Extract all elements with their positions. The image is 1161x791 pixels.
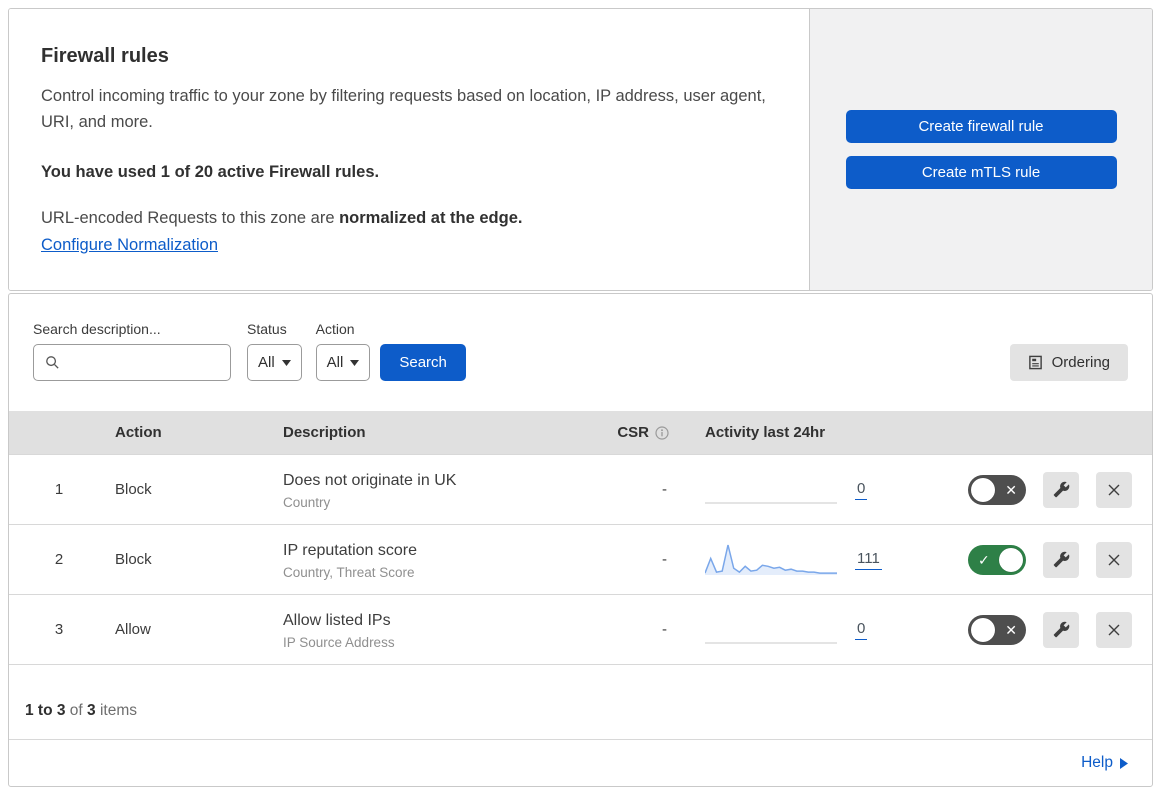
- status-select[interactable]: All: [247, 344, 302, 381]
- close-icon: [1108, 484, 1120, 495]
- rule-enabled-toggle[interactable]: ✓ ✕: [968, 544, 1026, 575]
- action-group: Action All: [315, 321, 371, 381]
- create-mtls-rule-button[interactable]: Create mTLS rule: [845, 156, 1117, 189]
- items-total: 3: [87, 702, 96, 719]
- rule-csr-value: -: [662, 621, 667, 638]
- create-firewall-rule-button[interactable]: Create firewall rule: [845, 110, 1117, 143]
- items-of: of: [69, 702, 83, 719]
- action-label: Action: [315, 321, 355, 337]
- configure-normalization-link[interactable]: Configure Normalization: [41, 236, 218, 255]
- action-select[interactable]: All: [315, 344, 371, 381]
- close-icon: [1108, 624, 1120, 635]
- items-range: 1 to 3: [25, 702, 66, 719]
- rules-card: Search description... Status All Action …: [8, 293, 1153, 787]
- help-link[interactable]: Help: [1081, 754, 1128, 772]
- edit-rule-button[interactable]: [1043, 611, 1079, 648]
- items-word: items: [99, 702, 138, 719]
- help-label: Help: [1081, 754, 1113, 771]
- table-row: 1 Block Does not originate in UK Country…: [9, 454, 1152, 524]
- filter-bar: Search description... Status All Action …: [9, 294, 1152, 411]
- normalization-note: URL-encoded Requests to this zone are no…: [41, 209, 769, 228]
- search-button[interactable]: Search: [380, 344, 466, 381]
- arrow-right-icon: [1120, 757, 1128, 769]
- rule-csr-value: -: [662, 481, 667, 498]
- chevron-down-icon: [281, 359, 291, 366]
- check-icon: ✓: [978, 551, 990, 568]
- ordering-list-icon: [1028, 355, 1042, 370]
- rule-fields: IP Source Address: [283, 634, 395, 650]
- rule-description: IP reputation score: [283, 541, 418, 559]
- toggle-knob: [971, 617, 995, 642]
- edit-rule-button[interactable]: [1043, 541, 1079, 578]
- activity-count-link[interactable]: 0: [855, 480, 868, 500]
- firewall-header-card: Firewall rules Control incoming traffic …: [8, 8, 1153, 291]
- search-label: Search description...: [33, 321, 161, 337]
- info-icon[interactable]: [655, 425, 669, 440]
- rule-fields: Country, Threat Score: [283, 564, 415, 580]
- rule-priority: 2: [54, 551, 64, 568]
- normalization-bold: normalized at the edge.: [339, 209, 523, 228]
- rule-action: Block: [115, 481, 152, 498]
- search-group: Search description...: [33, 321, 231, 381]
- rule-fields: Country: [283, 494, 331, 510]
- activity-sparkline: [705, 544, 837, 575]
- column-action: Action: [115, 424, 162, 441]
- rule-action: Block: [115, 551, 152, 568]
- wrench-icon: [1053, 481, 1069, 498]
- page-description: Control incoming traffic to your zone by…: [41, 87, 766, 132]
- wrench-icon: [1053, 551, 1069, 568]
- normalization-text: URL-encoded Requests to this zone are: [41, 209, 340, 228]
- status-select-value: All: [258, 354, 275, 371]
- toggle-knob: [999, 547, 1023, 572]
- rule-enabled-toggle[interactable]: ✓ ✕: [968, 474, 1026, 505]
- rule-csr-value: -: [662, 551, 667, 568]
- toggle-knob: [971, 477, 995, 502]
- search-box: [33, 344, 231, 381]
- rule-priority: 3: [54, 621, 64, 638]
- pagination-footer: 1 to 3 of 3 items: [9, 664, 1152, 739]
- delete-rule-button[interactable]: [1096, 541, 1132, 578]
- search-input[interactable]: [68, 354, 230, 371]
- status-label: Status: [247, 321, 287, 337]
- help-bar: Help: [9, 739, 1152, 786]
- page-title: Firewall rules: [41, 45, 169, 67]
- column-csr: CSR: [571, 424, 683, 441]
- activity-sparkline: [705, 642, 837, 643]
- status-group: Status All: [247, 321, 302, 381]
- edit-rule-button[interactable]: [1043, 471, 1079, 508]
- ordering-button-label: Ordering: [1051, 354, 1110, 371]
- wrench-icon: [1053, 621, 1069, 638]
- column-activity: Activity last 24hr: [705, 424, 826, 441]
- ordering-button[interactable]: Ordering: [1009, 344, 1128, 381]
- search-icon: [46, 356, 59, 369]
- rule-description: Allow listed IPs: [283, 611, 391, 629]
- delete-rule-button[interactable]: [1096, 471, 1132, 508]
- rule-description: Does not originate in UK: [283, 471, 457, 489]
- rule-action: Allow: [115, 621, 151, 638]
- action-select-value: All: [326, 354, 344, 371]
- delete-rule-button[interactable]: [1096, 611, 1132, 648]
- rule-enabled-toggle[interactable]: ✓ ✕: [968, 614, 1026, 645]
- actions-panel: Create firewall rule Create mTLS rule: [809, 9, 1152, 290]
- table-header: Action Description CSR Activity last 24h…: [9, 411, 1152, 454]
- column-description: Description: [283, 424, 366, 441]
- close-icon: [1108, 554, 1120, 565]
- column-csr-label: CSR: [617, 424, 649, 441]
- activity-count-link[interactable]: 0: [855, 620, 868, 640]
- rule-priority: 1: [54, 481, 64, 498]
- table-row: 3 Allow Allow listed IPs IP Source Addre…: [9, 594, 1152, 664]
- activity-count-link[interactable]: 111: [855, 550, 882, 570]
- chevron-down-icon: [350, 359, 360, 366]
- activity-sparkline: [705, 502, 837, 503]
- table-row: 2 Block IP reputation score Country, Thr…: [9, 524, 1152, 594]
- usage-summary: You have used 1 of 20 active Firewall ru…: [41, 163, 380, 182]
- x-icon: ✕: [1005, 481, 1017, 498]
- firewall-intro: Firewall rules Control incoming traffic …: [9, 9, 809, 290]
- x-icon: ✕: [1005, 621, 1017, 638]
